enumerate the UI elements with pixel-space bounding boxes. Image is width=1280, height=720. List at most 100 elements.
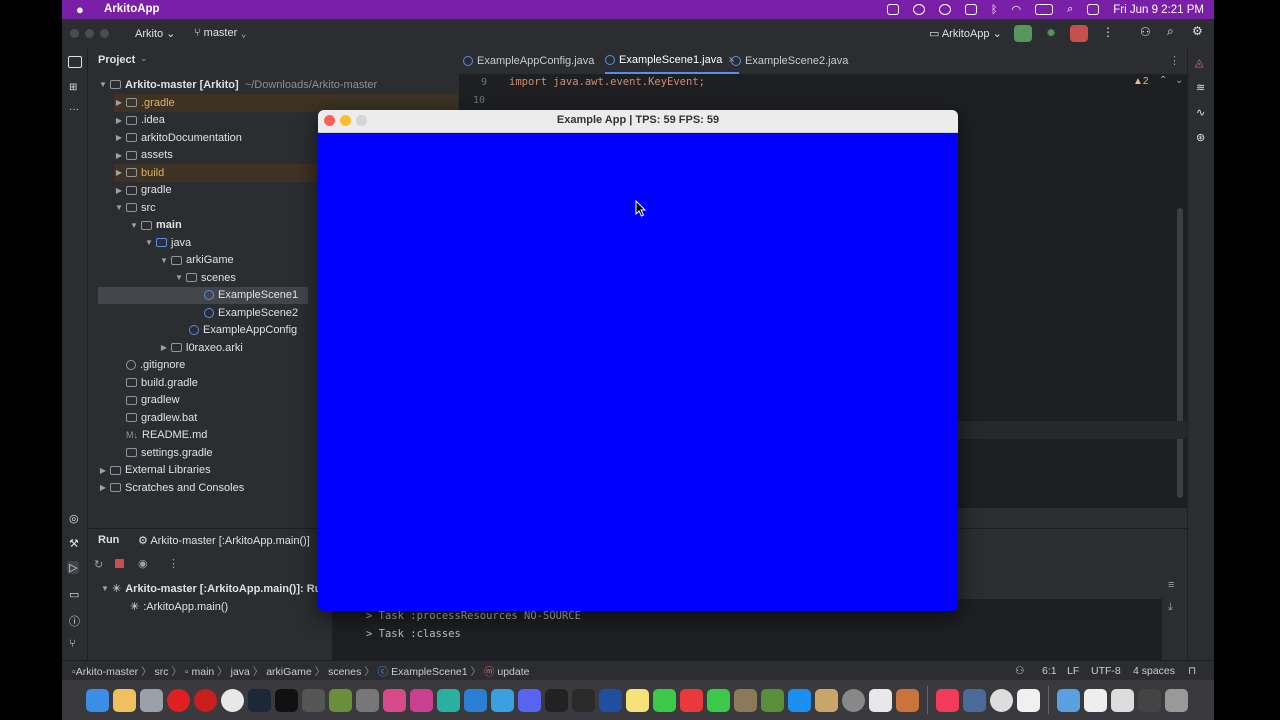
settings-gear-icon[interactable]: ⚙ xyxy=(1192,24,1203,38)
breadcrumb-item[interactable]: arkiGame xyxy=(266,666,312,678)
intellij-icon[interactable] xyxy=(383,688,406,712)
tree-item-src[interactable]: ▼ src xyxy=(114,199,156,217)
run-tool-icon[interactable]: ▷ xyxy=(67,561,80,574)
window-minimize-button[interactable] xyxy=(85,29,94,38)
app-title-bar[interactable]: Example App | TPS: 59 FPS: 59 xyxy=(318,110,958,133)
tree-item-l0raxeo[interactable]: ▶ l0raxeo.arki xyxy=(159,339,243,357)
more-icon[interactable]: ⋮ xyxy=(168,557,179,570)
activity-monitor-icon[interactable] xyxy=(572,688,595,712)
breadcrumb-item[interactable]: java xyxy=(231,666,250,678)
minecraft-icon[interactable] xyxy=(329,688,352,712)
wd-icon[interactable] xyxy=(599,688,622,712)
news-icon[interactable] xyxy=(680,688,703,712)
system-settings-icon[interactable] xyxy=(842,688,865,712)
status-icon[interactable] xyxy=(912,4,925,15)
tree-item-gradlew-bat[interactable]: gradlew.bat xyxy=(126,409,197,427)
document-icon[interactable] xyxy=(1111,688,1134,712)
app-icon[interactable] xyxy=(491,688,514,712)
problems-icon[interactable]: ⓘ xyxy=(69,613,80,629)
project-panel-title[interactable]: Project xyxy=(98,54,135,66)
indent-setting[interactable]: 4 spaces xyxy=(1133,665,1175,677)
structure-tool-icon[interactable]: ⊞ xyxy=(69,82,77,93)
caret-position[interactable]: 6:1 xyxy=(1042,665,1057,677)
line-separator[interactable]: LF xyxy=(1067,665,1079,677)
window-zoom-button[interactable] xyxy=(100,29,109,38)
wifi-icon[interactable]: ◠ xyxy=(1011,3,1021,16)
tree-item-assets[interactable]: ▶ assets xyxy=(114,147,173,165)
window-close-button[interactable] xyxy=(70,29,79,38)
folder-icon[interactable] xyxy=(1057,688,1080,712)
tree-item-scenes[interactable]: ▼ scenes xyxy=(174,269,236,287)
app-icon[interactable] xyxy=(815,688,838,712)
more-tools-icon[interactable]: ··· xyxy=(69,104,79,115)
intellij-icon[interactable] xyxy=(410,688,433,712)
services-icon[interactable]: ◎ xyxy=(69,512,79,525)
breadcrumb-item[interactable]: ⓒ ExampleScene1 xyxy=(378,666,468,678)
tree-item-external-libraries[interactable]: ▶ External Libraries xyxy=(98,462,211,480)
user-icon[interactable]: ⚇ xyxy=(1140,25,1151,39)
debug-icon[interactable]: ✹ xyxy=(1046,26,1056,40)
run-panel-title[interactable]: Run xyxy=(98,534,119,546)
tree-item-gradle[interactable]: ▶ gradle xyxy=(114,182,172,200)
menubar-clock[interactable]: Fri Jun 9 2:21 PM xyxy=(1113,4,1204,16)
tree-item-examplescene2[interactable]: ExampleScene2 xyxy=(204,304,298,322)
app-icon[interactable] xyxy=(302,688,325,712)
app-icon[interactable] xyxy=(896,688,919,712)
notifications-icon[interactable]: ◬ xyxy=(1195,56,1203,69)
moon-icon[interactable] xyxy=(938,4,951,15)
tree-item-root[interactable]: ▼ Arkito-master [Arkito] ~/Downloads/Ark… xyxy=(98,76,377,94)
breadcrumb-item[interactable]: ⓜ update xyxy=(484,666,530,678)
tab-examplescene1[interactable]: ExampleScene1.java × xyxy=(605,48,739,74)
search-icon[interactable]: ⌕ xyxy=(1067,3,1073,16)
build-icon[interactable]: ⚒ xyxy=(69,537,79,550)
tree-item-arkigame[interactable]: ▼ arkiGame xyxy=(159,252,234,270)
run-tree-root[interactable]: ▼ ✳ Arkito-master [:ArkitoApp.main()]: Ru xyxy=(100,580,321,598)
chevron-down-icon[interactable]: ▼ xyxy=(98,80,108,89)
messages-icon[interactable] xyxy=(653,688,676,712)
run-config-tab[interactable]: ⚙ Arkito-master [:ArkitoApp.main()] xyxy=(138,534,310,547)
control-center-icon[interactable] xyxy=(1087,4,1100,15)
terminal-icon[interactable]: ▭ xyxy=(69,588,79,601)
tree-item-gradle-dir[interactable]: ▶ .gradle xyxy=(114,94,458,112)
clion-icon[interactable] xyxy=(437,688,460,712)
editor-scrollbar[interactable] xyxy=(1177,208,1183,498)
gradle-icon[interactable]: ∿ xyxy=(1196,106,1205,119)
opera-gx-icon[interactable] xyxy=(194,688,217,712)
steam-icon[interactable] xyxy=(248,688,271,712)
chevron-down-icon[interactable]: ⌄ xyxy=(1175,75,1183,86)
scroll-to-end-icon[interactable]: ⤓ xyxy=(1168,601,1173,614)
branch-switcher[interactable]: ⑂ master ⌄ xyxy=(194,27,247,39)
tree-item-java[interactable]: ▼ java xyxy=(144,234,191,252)
tree-item-idea[interactable]: ▶ .idea xyxy=(114,112,165,130)
files-icon[interactable] xyxy=(113,688,136,712)
status-icon[interactable] xyxy=(886,4,899,15)
tree-item-gitignore[interactable]: .gitignore xyxy=(126,357,185,375)
run-tree-child[interactable]: ✳:ArkitoApp.main() xyxy=(130,598,228,616)
app-icon[interactable] xyxy=(734,688,757,712)
stop-icon[interactable] xyxy=(115,559,124,568)
bluetooth-icon[interactable]: ᛒ xyxy=(991,4,998,16)
app-icon[interactable] xyxy=(963,688,986,712)
stop-button[interactable] xyxy=(1070,25,1088,42)
chevron-down-icon[interactable]: ⌄ xyxy=(140,53,148,64)
trash-icon[interactable] xyxy=(1165,688,1188,712)
app-icon[interactable] xyxy=(1017,688,1040,712)
apple-menu-icon[interactable]: ● xyxy=(76,2,84,17)
search-icon[interactable]: ⌕ xyxy=(1167,24,1174,39)
tree-item-readme[interactable]: M↓ README.md xyxy=(126,427,207,445)
run-config-selector[interactable]: ▭ ArkitoApp ⌄ xyxy=(929,27,1002,40)
preview-icon[interactable] xyxy=(990,688,1013,712)
app-icon[interactable] xyxy=(869,688,892,712)
breadcrumb-item[interactable]: scenes xyxy=(328,666,361,678)
app-store-icon[interactable] xyxy=(788,688,811,712)
rerun-button[interactable] xyxy=(1014,25,1032,42)
project-tool-icon[interactable] xyxy=(68,56,82,68)
vscode-icon[interactable] xyxy=(464,688,487,712)
screen-icon[interactable] xyxy=(964,4,977,15)
chevron-up-icon[interactable]: ⌃ xyxy=(1159,75,1167,86)
terminal-icon[interactable] xyxy=(545,688,568,712)
document-icon[interactable] xyxy=(1084,688,1107,712)
tree-item-gradlew[interactable]: gradlew xyxy=(126,392,180,410)
soft-wrap-icon[interactable]: ≡ xyxy=(1168,579,1174,591)
finder-icon[interactable] xyxy=(86,688,109,712)
